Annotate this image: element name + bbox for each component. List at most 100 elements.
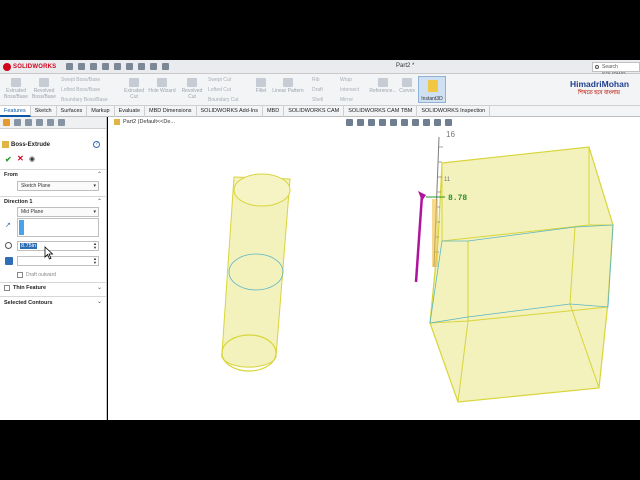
- configuration-manager-icon[interactable]: [25, 119, 32, 126]
- tab-inspection[interactable]: SOLIDWORKS Inspection: [417, 106, 491, 117]
- wrap-button[interactable]: Wrap: [340, 77, 352, 83]
- print-icon[interactable]: [114, 63, 121, 70]
- tab-surfaces[interactable]: Surfaces: [57, 106, 88, 117]
- revolved-cut-icon: [187, 78, 197, 87]
- new-icon[interactable]: [78, 63, 85, 70]
- graphics-area[interactable]: Part2 (Default<<De... 16 11 8.78: [108, 117, 640, 420]
- depth-icon: [5, 242, 12, 249]
- thin-feature-option[interactable]: Thin Feature: [4, 285, 46, 291]
- draft-angle-icon[interactable]: [5, 257, 13, 265]
- feature-manager-icon[interactable]: [3, 119, 10, 126]
- quick-access-toolbar: [66, 63, 169, 70]
- tab-addins[interactable]: SOLIDWORKS Add-Ins: [197, 106, 263, 117]
- curves-button[interactable]: Curves: [398, 78, 416, 94]
- from-select-value: Sketch Plane: [21, 183, 51, 189]
- select-icon[interactable]: [138, 63, 145, 70]
- home-icon[interactable]: [66, 63, 73, 70]
- mirror-button[interactable]: Mirror: [340, 97, 353, 103]
- from-select[interactable]: Sketch Plane ▾: [17, 181, 99, 191]
- app-name: SOLIDWORKS: [13, 64, 57, 70]
- undo-icon[interactable]: [126, 63, 133, 70]
- divider: [0, 282, 106, 283]
- chevron-up-icon[interactable]: ⌃: [97, 198, 102, 205]
- brand-tagline: শিখতে হবে বাংলায়: [578, 90, 620, 96]
- draft-outward-checkbox[interactable]: [17, 272, 23, 278]
- thin-feature-label: Thin Feature: [13, 285, 47, 291]
- search-input[interactable]: Search SOLIDWO: [592, 62, 640, 78]
- linear-pattern-button[interactable]: Linear Pattern: [270, 78, 306, 94]
- lofted-cut-button[interactable]: Lofted Cut: [208, 87, 231, 93]
- ribbon-label: Reference...: [369, 88, 397, 94]
- command-manager-ribbon: Extruded Boss/Base Revolved Boss/Base Sw…: [0, 74, 640, 106]
- tab-mbd-dimensions[interactable]: MBD Dimensions: [145, 106, 197, 117]
- ribbon-label: Fillet: [255, 88, 267, 94]
- rebuild-icon[interactable]: [150, 63, 157, 70]
- revolved-boss-button[interactable]: Revolved Boss/Base: [31, 78, 57, 100]
- swept-boss-button[interactable]: Swept Boss/Base: [61, 77, 100, 83]
- extruded-cut-button[interactable]: Extruded Cut: [122, 78, 146, 100]
- chevron-up-icon[interactable]: ⌃: [97, 171, 102, 178]
- dimxpert-icon[interactable]: [36, 119, 43, 126]
- letterbox-bottom: [0, 420, 640, 480]
- instant3d-button[interactable]: Instant3D: [418, 76, 446, 103]
- solidworks-logo[interactable]: SOLIDWORKS: [3, 62, 56, 72]
- direction1-label: Direction 1: [4, 199, 33, 205]
- tab-mbd[interactable]: MBD: [263, 106, 285, 117]
- preview-eye-icon[interactable]: ◉: [29, 155, 35, 163]
- ribbon-label: Revolved Cut: [181, 88, 203, 100]
- property-manager-icon[interactable]: [14, 119, 21, 126]
- intersect-button[interactable]: Intersect: [340, 87, 359, 93]
- direction-selection-box[interactable]: [17, 218, 99, 237]
- end-condition-select[interactable]: Mid Plane ▾: [17, 207, 99, 217]
- open-icon[interactable]: [90, 63, 97, 70]
- spinner-icon[interactable]: ▲ ▼: [93, 257, 97, 265]
- manager-tabs: [0, 117, 106, 129]
- rib-button[interactable]: Rib: [312, 77, 320, 83]
- draft-angle-input[interactable]: ▲ ▼: [17, 256, 99, 266]
- instant3d-icon: [428, 80, 438, 92]
- draft-outward-option[interactable]: Draft outward: [17, 272, 56, 278]
- fillet-icon: [256, 78, 266, 87]
- save-icon[interactable]: [102, 63, 109, 70]
- spinner-icon[interactable]: ▲ ▼: [93, 242, 97, 250]
- revolved-cut-button[interactable]: Revolved Cut: [180, 78, 204, 100]
- end-condition-value: Mid Plane: [21, 209, 44, 215]
- boundary-boss-button[interactable]: Boundary Boss/Base: [61, 97, 108, 103]
- boundary-cut-button[interactable]: Boundary Cut: [208, 97, 239, 103]
- ok-button[interactable]: ✔: [5, 155, 12, 164]
- cancel-button[interactable]: ✕: [17, 154, 24, 163]
- ribbon-label: Extruded Cut: [123, 88, 144, 100]
- draft-button[interactable]: Draft: [312, 87, 323, 93]
- tab-sketch[interactable]: Sketch: [31, 106, 57, 117]
- options-icon[interactable]: [162, 63, 169, 70]
- tab-cam[interactable]: SOLIDWORKS CAM: [284, 106, 345, 117]
- cylinder-body[interactable]: [221, 173, 291, 372]
- help-icon[interactable]: ?: [93, 141, 100, 148]
- tab-markup[interactable]: Markup: [87, 106, 115, 117]
- thin-feature-checkbox[interactable]: [4, 285, 10, 291]
- depth-input[interactable]: 8.75in ▲ ▼: [17, 241, 99, 251]
- extruded-cut-icon: [129, 78, 139, 87]
- display-manager-icon[interactable]: [47, 119, 54, 126]
- tab-evaluate[interactable]: Evaluate: [115, 106, 146, 117]
- chevron-down-icon[interactable]: ⌄: [97, 284, 102, 291]
- tab-features[interactable]: Features: [0, 106, 31, 117]
- lofted-boss-button[interactable]: Lofted Boss/Base: [61, 87, 100, 93]
- extruded-box[interactable]: [429, 146, 614, 403]
- shell-button[interactable]: Shell: [312, 97, 323, 103]
- tab-cam-tbm[interactable]: SOLIDWORKS CAM TBM: [344, 106, 418, 117]
- ruler-label-top: 16: [446, 130, 455, 139]
- depth-value: 8.75in: [20, 243, 37, 249]
- dimension-value-label: 8.78: [448, 194, 467, 203]
- ruler-label-mid: 11: [444, 177, 451, 183]
- fillet-button[interactable]: Fillet: [254, 78, 268, 94]
- extruded-boss-button[interactable]: Extruded Boss/Base: [4, 78, 28, 100]
- chevron-down-icon: ▾: [93, 183, 96, 189]
- reference-geometry-button[interactable]: Reference...: [369, 78, 397, 94]
- hole-wizard-button[interactable]: Hole Wizard: [147, 78, 177, 94]
- cam-icon[interactable]: [58, 119, 65, 126]
- swept-cut-button[interactable]: Swept Cut: [208, 77, 231, 83]
- reverse-direction-icon[interactable]: ↗: [5, 221, 11, 229]
- feature-title: Boss-Extrude: [2, 141, 50, 148]
- chevron-down-icon[interactable]: ⌄: [97, 298, 102, 305]
